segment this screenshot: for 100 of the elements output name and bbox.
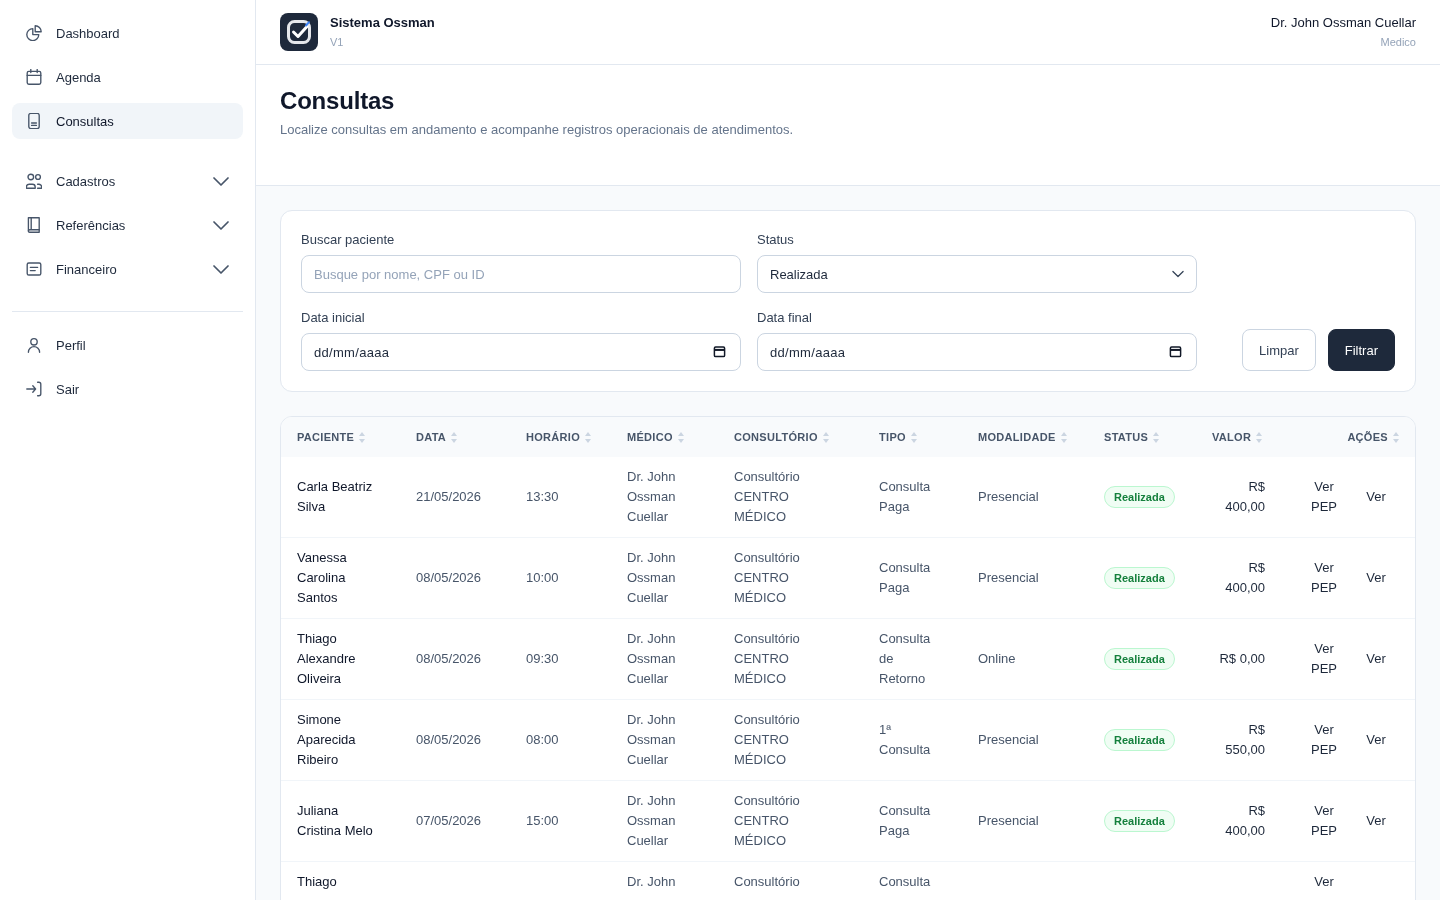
table-cell-text: R$ 400,00 <box>1224 478 1265 516</box>
table-cell-text: 08:00 <box>526 731 559 749</box>
action-link[interactable]: Ver <box>1353 477 1399 517</box>
nav-item[interactable]: Cadastros <box>12 163 243 199</box>
logout-icon <box>26 381 42 397</box>
column-header: STATUS <box>1104 431 1149 443</box>
column-header: TIPO <box>879 431 906 443</box>
sort-icon[interactable] <box>1256 431 1263 443</box>
sort-icon[interactable] <box>359 431 366 443</box>
table-cell-text: Dr. John Ossman Cuellar <box>627 549 677 607</box>
column-header: MÉDICO <box>627 431 673 443</box>
table-cell-text: Thiago Alexandre Oliveira <box>297 630 357 688</box>
action-link[interactable]: Ver <box>1353 639 1399 679</box>
column-header: AÇÕES <box>1347 431 1388 443</box>
action-link[interactable]: Ver <box>1299 872 1349 892</box>
calendar-icon[interactable] <box>1169 345 1182 358</box>
status-badge: Realizada <box>1104 567 1175 589</box>
sort-icon[interactable] <box>1153 431 1160 443</box>
user-icon <box>26 337 42 353</box>
book-icon <box>26 217 42 233</box>
table-cell-text: Consultório CENTRO MÉDICO <box>734 630 801 688</box>
field-label: Data final <box>757 309 812 327</box>
sort-icon[interactable] <box>451 431 458 443</box>
field-label: Buscar paciente <box>301 231 395 249</box>
app-name: Sistema Ossman <box>330 14 435 32</box>
date-field[interactable]: dd/mm/aaaa <box>301 333 741 371</box>
table-cell-text: Dr. John Ossman Cuellar <box>627 792 677 850</box>
action-link[interactable]: Ver PEP <box>1299 477 1349 517</box>
search-field[interactable]: Busque por nome, CPF ou ID <box>301 255 741 293</box>
version-label: V1 <box>330 35 345 50</box>
table-cell-text: 21/05/2026 <box>416 488 482 506</box>
nav-item[interactable]: Financeiro <box>12 251 243 287</box>
status-badge: Realizada <box>1104 729 1175 751</box>
table-cell-text: 08/05/2026 <box>416 731 482 749</box>
field-label: Data inicial <box>301 309 365 327</box>
action-link[interactable]: Ver PEP <box>1299 639 1349 679</box>
page-title: Consultas <box>280 87 395 115</box>
action-link[interactable]: Ver <box>1353 801 1399 841</box>
pie-chart-icon <box>26 25 42 41</box>
table-cell-text: R$ 0,00 <box>1219 650 1265 668</box>
action-link[interactable]: Ver <box>1353 720 1399 760</box>
nav-item[interactable]: Agenda <box>12 59 243 95</box>
table-cell-text: Presencial <box>978 488 1039 506</box>
users-icon <box>26 173 42 189</box>
nav-item[interactable]: Referências <box>12 207 243 243</box>
table-cell-text: R$ 400,00 <box>1224 802 1265 840</box>
calendar-icon <box>26 69 42 85</box>
document-icon <box>26 113 42 129</box>
calendar-icon[interactable] <box>713 345 726 358</box>
table-cell-text: Consultório CENTRO MÉDICO <box>734 792 801 850</box>
nav-item[interactable]: Consultas <box>12 103 243 139</box>
user-name: Dr. John Ossman Cuellar <box>1270 14 1416 32</box>
table-cell-text: Consultório CENTRO MÉDICO <box>734 711 801 769</box>
chevron-down-icon <box>1172 270 1184 278</box>
table-cell-text: Carla Beatriz Silva <box>297 478 374 516</box>
table-cell-text: Thiago <box>297 873 337 891</box>
sort-icon[interactable] <box>1393 431 1399 443</box>
table-cell-text: Consultório CENTRO MÉDICO <box>734 549 801 607</box>
sort-icon[interactable] <box>585 431 592 443</box>
table-cell-text: Consulta Paga <box>879 478 932 516</box>
sort-icon[interactable] <box>822 431 829 443</box>
table-cell-text: 13:30 <box>526 488 559 506</box>
action-link[interactable]: Ver PEP <box>1299 558 1349 598</box>
table-cell-text: Presencial <box>978 731 1039 749</box>
action-link[interactable]: Ver PEP <box>1299 801 1349 841</box>
table-cell-text: Consulta Paga <box>879 559 932 597</box>
status-select[interactable]: Realizada <box>757 255 1197 293</box>
column-header: VALOR <box>1212 431 1252 443</box>
filter-button[interactable]: Filtrar <box>1327 329 1395 371</box>
nav-item[interactable]: Sair <box>12 371 243 407</box>
table-cell-text: 1ª Consulta <box>879 721 932 759</box>
table-cell-text: Presencial <box>978 569 1039 587</box>
clear-button[interactable]: Limpar <box>1242 329 1316 371</box>
action-link[interactable]: Ver PEP <box>1299 720 1349 760</box>
table-cell-text: 08/05/2026 <box>416 569 482 587</box>
list-card-icon <box>26 261 42 277</box>
table-cell-text: Presencial <box>978 812 1039 830</box>
action-link[interactable]: Ver <box>1353 558 1399 598</box>
table-cell-text: 09:30 <box>526 650 559 668</box>
logo-icon <box>280 13 318 51</box>
column-header: CONSULTÓRIO <box>734 431 818 443</box>
column-header: DATA <box>416 431 447 443</box>
table-cell-text: Dr. John Ossman Cuellar <box>627 468 677 526</box>
table-cell-text: Online <box>978 650 1016 668</box>
sort-icon[interactable] <box>1060 431 1067 443</box>
nav-item[interactable]: Perfil <box>12 327 243 363</box>
sort-icon[interactable] <box>677 431 684 443</box>
status-badge: Realizada <box>1104 810 1175 832</box>
table-cell-text: R$ 400,00 <box>1224 559 1265 597</box>
table-cell-text: 07/05/2026 <box>416 812 482 830</box>
column-header: HORÁRIO <box>526 431 581 443</box>
table-cell-text: Consultório <box>734 873 800 891</box>
nav-item[interactable]: Dashboard <box>12 15 243 51</box>
table-cell-text: Consulta <box>879 873 931 891</box>
table-cell-text: Simone Aparecida Ribeiro <box>297 711 357 769</box>
sort-icon[interactable] <box>910 431 917 443</box>
table-cell-text: 15:00 <box>526 812 559 830</box>
date-field[interactable]: dd/mm/aaaa <box>757 333 1197 371</box>
field-label: Status <box>757 231 794 249</box>
status-badge: Realizada <box>1104 648 1175 670</box>
